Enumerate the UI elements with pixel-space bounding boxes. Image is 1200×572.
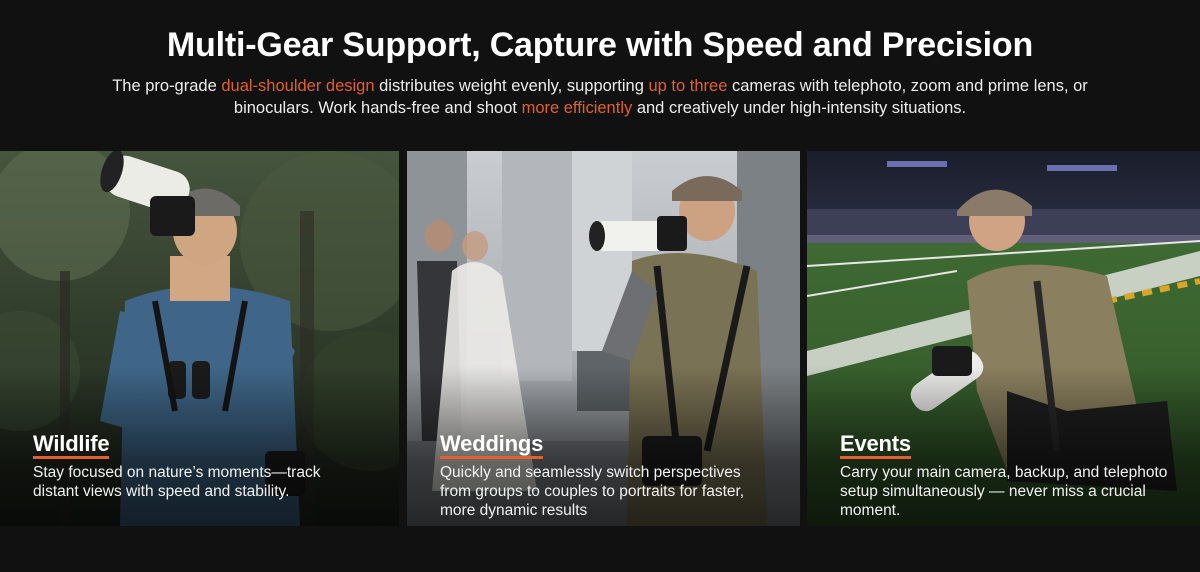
use-case-panels: Wildlife Stay focused on nature’s moment… (0, 151, 1200, 526)
panel-title-events: Events (840, 431, 911, 459)
subtitle-text-4: and creatively under high-intensity situ… (632, 99, 967, 117)
subtitle-text-2: distributes weight evenly, supporting (374, 77, 649, 95)
caption-weddings: Weddings Quickly and seamlessly switch p… (440, 431, 770, 520)
caption-events: Events Carry your main camera, backup, a… (840, 431, 1170, 520)
subtitle-highlight-2: up to three (648, 77, 728, 95)
title-underline (440, 456, 544, 459)
subtitle-highlight-1: dual-shoulder design (221, 77, 375, 95)
panel-events: Events Carry your main camera, backup, a… (807, 151, 1200, 526)
panel-title-weddings: Weddings (440, 431, 544, 459)
panel-title-wildlife-text: Wildlife (33, 431, 110, 456)
panel-title-wildlife: Wildlife (33, 431, 110, 459)
subtitle-highlight-3: more efficiently (521, 99, 633, 117)
page-subtitle: The pro-grade dual-shoulder design distr… (100, 75, 1100, 119)
panel-weddings: Weddings Quickly and seamlessly switch p… (407, 151, 800, 526)
panel-text-events: Carry your main camera, backup, and tele… (840, 464, 1168, 519)
panel-title-events-text: Events (840, 431, 911, 456)
caption-wildlife: Wildlife Stay focused on nature’s moment… (33, 431, 363, 501)
panel-title-weddings-text: Weddings (440, 431, 544, 456)
header-section: Multi-Gear Support, Capture with Speed a… (0, 0, 1200, 150)
panel-text-weddings: Quickly and seamlessly switch perspectiv… (440, 464, 745, 519)
panel-wildlife: Wildlife Stay focused on nature’s moment… (0, 151, 399, 526)
panel-text-wildlife: Stay focused on nature’s moments—track d… (33, 464, 321, 500)
page-title: Multi-Gear Support, Capture with Speed a… (166, 26, 1034, 64)
title-underline (33, 456, 110, 459)
subtitle-text-1: The pro-grade (112, 77, 222, 95)
title-underline (840, 456, 911, 459)
